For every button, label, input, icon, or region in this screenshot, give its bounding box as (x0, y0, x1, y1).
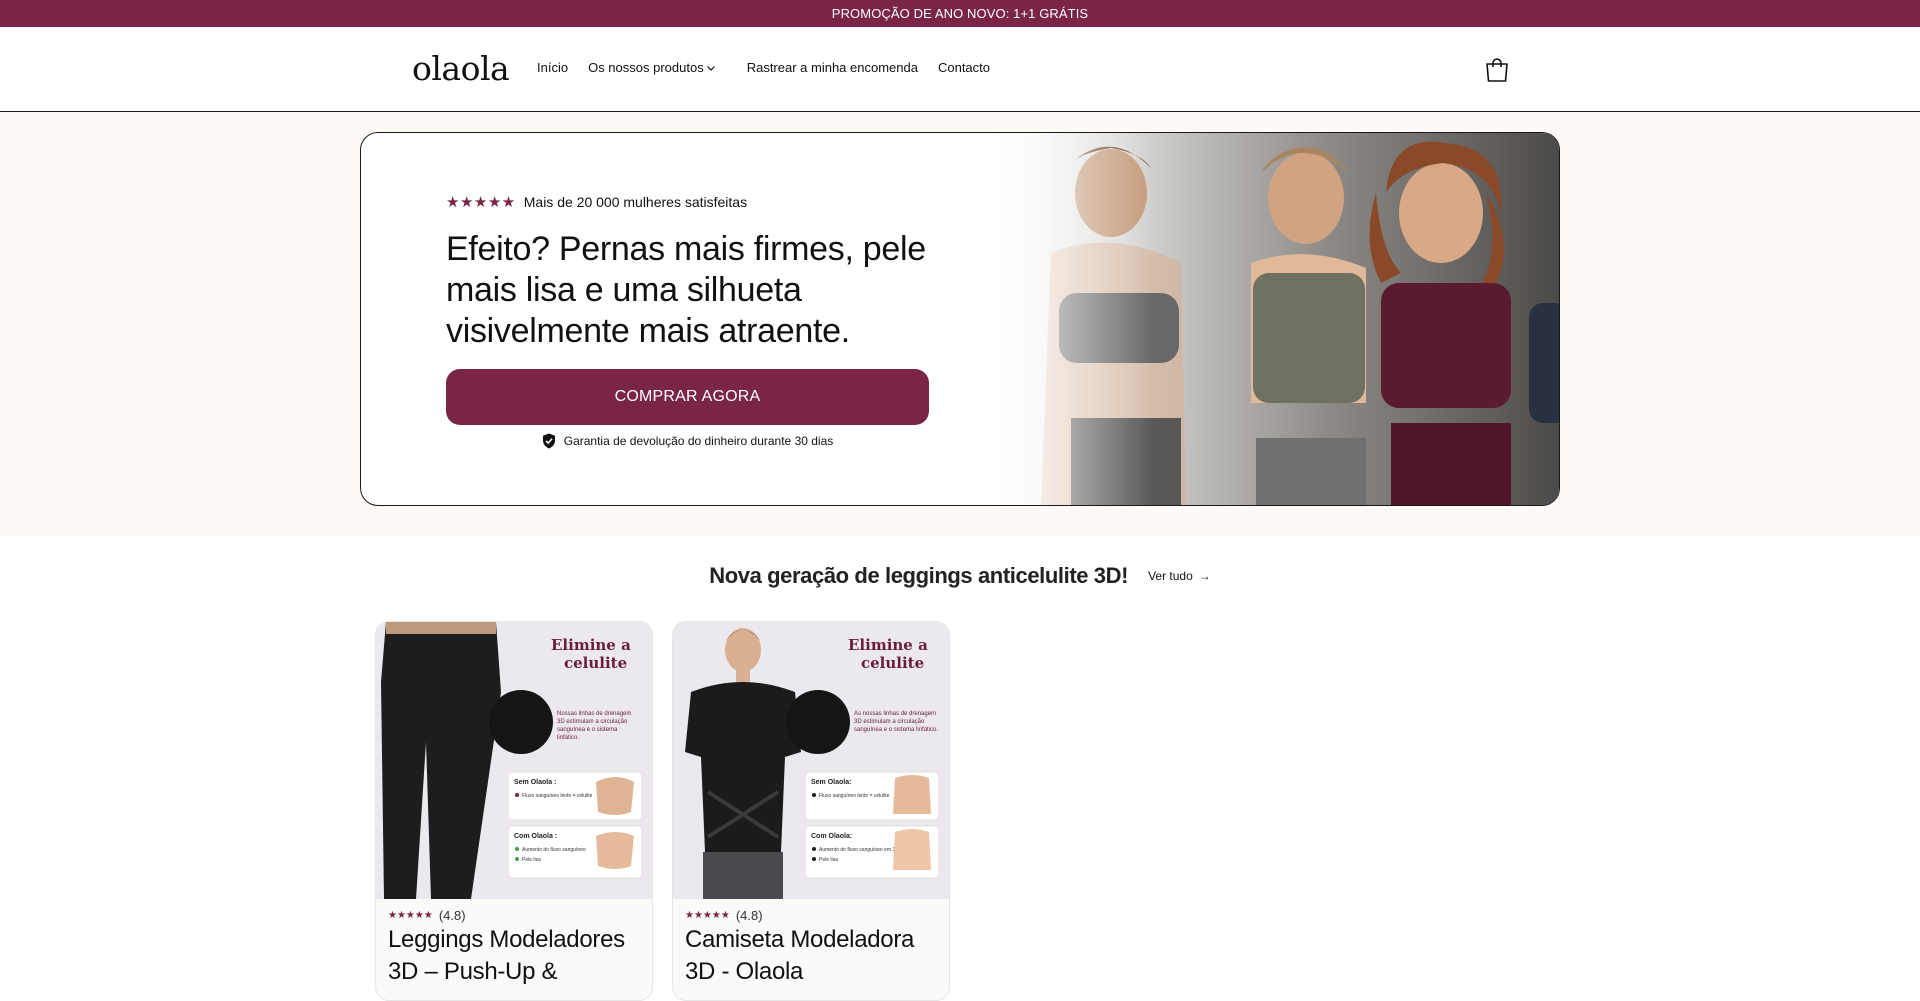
svg-text:As nossas linhas de drenagem: As nossas linhas de drenagem (854, 711, 936, 717)
nav-products-label: Os nossos produtos (588, 60, 704, 75)
product-card[interactable]: Elimine a celulite Nossas linhas de dren… (375, 621, 653, 1001)
hero-rating-text: Mais de 20 000 mulheres satisfeitas (523, 194, 748, 210)
svg-text:Sem Olaola:: Sem Olaola: (811, 779, 851, 786)
section-title: Nova geração de leggings anticelulite 3D… (709, 563, 1129, 588)
svg-text:Nossas linhas de drenagem: Nossas linhas de drenagem (557, 711, 631, 717)
svg-text:3D estimulam a circulação: 3D estimulam a circulação (854, 719, 925, 725)
site-header: olaola Início Os nossos produtos Rastrea… (0, 27, 1920, 112)
product-image-shirt: Elimine a celulite As nossas linhas de d… (673, 622, 949, 899)
svg-text:Sem Olaola :: Sem Olaola : (514, 779, 556, 786)
product-stars: ★★★★★ (685, 910, 730, 921)
svg-text:linfático.: linfático. (557, 735, 579, 741)
product-rating: ★★★★★ (4.8) (388, 908, 466, 923)
nav-products-dropdown[interactable]: Os nossos produtos (588, 60, 717, 75)
svg-text:sanguínea e o sistema linfátic: sanguínea e o sistema linfático. (854, 727, 938, 733)
announcement-text: PROMOÇÃO DE ANO NOVO: 1+1 GRÁTIS (831, 6, 1089, 21)
nav-home[interactable]: Início (537, 60, 568, 75)
hero-section: ★★★★★ Mais de 20 000 mulheres satisfeita… (0, 112, 1920, 536)
svg-text:Aumento do fluxo sanguíneo em: Aumento do fluxo sanguíneo em 30% (819, 847, 903, 853)
guarantee-text: Garantia de devolução do dinheiro durant… (563, 434, 834, 448)
arrow-right-icon: → (1198, 569, 1211, 583)
see-all-link[interactable]: Ver tudo → (1148, 569, 1211, 583)
svg-text:Fluxo sanguíneo lento = celuli: Fluxo sanguíneo lento = celulite (522, 793, 593, 799)
hero-photo (981, 133, 1559, 505)
svg-text:Elimine a: Elimine a (848, 636, 928, 654)
nav-track-order[interactable]: Rastrear a minha encomenda (747, 60, 918, 75)
shopping-bag-icon[interactable] (1482, 55, 1512, 85)
see-all-label: Ver tudo (1148, 569, 1193, 583)
guarantee-note: Garantia de devolução do dinheiro durant… (446, 433, 929, 449)
svg-text:celulite: celulite (564, 654, 627, 672)
shield-check-icon (542, 433, 555, 449)
svg-text:Aumento do fluxo sanguíneo: Aumento do fluxo sanguíneo (522, 847, 586, 853)
svg-text:Fluxo sanguíneo lento = celuli: Fluxo sanguíneo lento = celulite (819, 793, 890, 799)
svg-text:celulite: celulite (861, 654, 924, 672)
buy-now-button[interactable]: COMPRAR AGORA (446, 369, 929, 425)
hero-stars: ★★★★★ (446, 194, 516, 211)
hero-headline: Efeito? Pernas mais firmes, pele mais li… (446, 230, 926, 350)
product-title[interactable]: Leggings Modeladores 3D – Push-Up & (388, 924, 648, 988)
product-image-leggings: Elimine a celulite Nossas linhas de dren… (376, 622, 652, 899)
svg-text:3D estimulam a circulação: 3D estimulam a circulação (557, 719, 628, 725)
logo[interactable]: olaola (412, 49, 510, 88)
hero-rating: ★★★★★ Mais de 20 000 mulheres satisfeita… (446, 193, 747, 211)
svg-text:Com Olaola:: Com Olaola: (811, 833, 852, 840)
product-card[interactable]: Elimine a celulite As nossas linhas de d… (672, 621, 950, 1001)
product-stars: ★★★★★ (388, 910, 433, 921)
nav-contact[interactable]: Contacto (938, 60, 990, 75)
main-nav: Início Os nossos produtos Rastrear a min… (537, 60, 1010, 75)
product-rating-value: (4.8) (735, 908, 763, 923)
svg-text:Pele lisa: Pele lisa (522, 857, 541, 863)
svg-text:Com Olaola :: Com Olaola : (514, 833, 557, 840)
product-rating: ★★★★★ (4.8) (685, 908, 763, 923)
svg-text:Pele lisa: Pele lisa (819, 857, 838, 863)
product-image-heading: Elimine a (551, 636, 631, 654)
announcement-bar: PROMOÇÃO DE ANO NOVO: 1+1 GRÁTIS (0, 0, 1920, 27)
svg-text:sanguínea e o sistema: sanguínea e o sistema (557, 727, 618, 733)
hero-card: ★★★★★ Mais de 20 000 mulheres satisfeita… (360, 132, 1560, 506)
product-rating-value: (4.8) (438, 908, 466, 923)
product-title[interactable]: Camiseta Modeladora 3D - Olaola (685, 924, 945, 988)
product-section-header: Nova geração de leggings anticelulite 3D… (0, 563, 1920, 589)
chevron-down-icon (706, 65, 715, 71)
